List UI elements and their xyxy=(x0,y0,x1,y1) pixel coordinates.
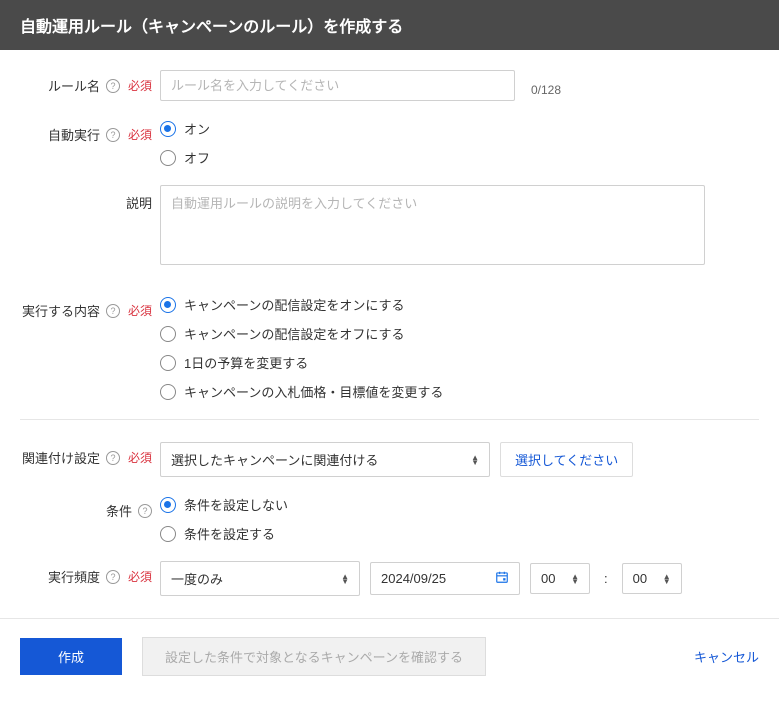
radio-auto-exec-off[interactable]: オフ xyxy=(160,148,759,167)
radio-label: キャンペーンの入札価格・目標値を変更する xyxy=(184,382,443,401)
label-text: 実行する内容 xyxy=(22,301,100,320)
radio-label: 条件を設定する xyxy=(184,524,275,543)
chevron-sort-icon: ▲▼ xyxy=(663,574,671,584)
help-icon[interactable]: ? xyxy=(138,504,152,518)
radio-input[interactable] xyxy=(160,121,176,137)
field-exec-content: キャンペーンの配信設定をオンにする キャンペーンの配信設定をオフにする 1日の予… xyxy=(160,295,759,401)
radio-label: オフ xyxy=(184,148,210,167)
frequency-mode-select[interactable]: 一度のみ ▲▼ xyxy=(160,561,360,596)
select-value: 一度のみ xyxy=(171,569,223,588)
rule-name-counter: 0/128 xyxy=(531,75,561,97)
time-colon: : xyxy=(600,571,612,586)
field-rule-name: 0/128 xyxy=(160,70,759,101)
label-text: 実行頻度 xyxy=(48,567,100,586)
label-association: 関連付け設定 ? 必須 xyxy=(20,442,160,467)
label-text: 説明 xyxy=(126,193,152,212)
dialog-footer: 作成 設定した条件で対象となるキャンペーンを確認する キャンセル xyxy=(0,618,779,694)
radio-conditions-set[interactable]: 条件を設定する xyxy=(160,524,759,543)
help-icon[interactable]: ? xyxy=(106,79,120,93)
label-description: 説明 xyxy=(20,185,160,212)
radio-label: 1日の予算を変更する xyxy=(184,353,308,372)
cancel-button[interactable]: キャンセル xyxy=(694,647,759,666)
section-divider xyxy=(20,419,759,420)
rule-name-input[interactable] xyxy=(160,70,515,101)
radio-input[interactable] xyxy=(160,526,176,542)
dialog-title: 自動運用ルール（キャンペーンのルール）を作成する xyxy=(20,19,403,36)
row-exec-content: 実行する内容 ? 必須 キャンペーンの配信設定をオンにする キャンペーンの配信設… xyxy=(20,295,759,401)
preview-campaigns-button[interactable]: 設定した条件で対象となるキャンペーンを確認する xyxy=(142,637,486,676)
select-value: 00 xyxy=(633,571,647,586)
radio-exec-opt2[interactable]: キャンペーンの配信設定をオフにする xyxy=(160,324,759,343)
field-association: 選択したキャンペーンに関連付ける ▲▼ 選択してください xyxy=(160,442,759,477)
required-badge: 必須 xyxy=(128,449,152,466)
label-rule-name: ルール名 ? 必須 xyxy=(20,70,160,95)
radio-label: キャンペーンの配信設定をオフにする xyxy=(184,324,404,343)
label-text: 条件 xyxy=(106,501,132,520)
chevron-sort-icon: ▲▼ xyxy=(341,574,349,584)
required-badge: 必須 xyxy=(128,568,152,585)
radio-input[interactable] xyxy=(160,355,176,371)
help-icon[interactable]: ? xyxy=(106,304,120,318)
label-auto-exec: 自動実行 ? 必須 xyxy=(20,119,160,144)
radio-input[interactable] xyxy=(160,384,176,400)
radio-label: オン xyxy=(184,119,210,138)
label-text: ルール名 xyxy=(48,76,100,95)
row-frequency: 実行頻度 ? 必須 一度のみ ▲▼ 2024/09/25 00 ▲▼ xyxy=(20,561,759,596)
frequency-minute-select[interactable]: 00 ▲▼ xyxy=(622,563,682,594)
label-text: 関連付け設定 xyxy=(22,448,100,467)
field-auto-exec: オン オフ xyxy=(160,119,759,167)
radio-label: キャンペーンの配信設定をオンにする xyxy=(184,295,404,314)
chevron-sort-icon: ▲▼ xyxy=(471,455,479,465)
radio-label: 条件を設定しない xyxy=(184,495,288,514)
chevron-sort-icon: ▲▼ xyxy=(571,574,579,584)
radio-input[interactable] xyxy=(160,497,176,513)
row-conditions: 条件 ? 条件を設定しない 条件を設定する xyxy=(20,495,759,543)
label-frequency: 実行頻度 ? 必須 xyxy=(20,561,160,586)
association-pick-button[interactable]: 選択してください xyxy=(500,442,633,477)
label-text: 自動実行 xyxy=(48,125,100,144)
radio-exec-opt4[interactable]: キャンペーンの入札価格・目標値を変更する xyxy=(160,382,759,401)
radio-exec-opt1[interactable]: キャンペーンの配信設定をオンにする xyxy=(160,295,759,314)
calendar-icon xyxy=(495,570,509,587)
association-select[interactable]: 選択したキャンペーンに関連付ける ▲▼ xyxy=(160,442,490,477)
radio-input[interactable] xyxy=(160,150,176,166)
radio-input[interactable] xyxy=(160,326,176,342)
field-frequency: 一度のみ ▲▼ 2024/09/25 00 ▲▼ : 00 ▲▼ xyxy=(160,561,759,596)
row-rule-name: ルール名 ? 必須 0/128 xyxy=(20,70,759,101)
required-badge: 必須 xyxy=(128,302,152,319)
select-value: 選択したキャンペーンに関連付ける xyxy=(171,450,378,469)
frequency-date-picker[interactable]: 2024/09/25 xyxy=(370,562,520,595)
help-icon[interactable]: ? xyxy=(106,128,120,142)
frequency-hour-select[interactable]: 00 ▲▼ xyxy=(530,563,590,594)
row-description: 説明 xyxy=(20,185,759,265)
row-auto-exec: 自動実行 ? 必須 オン オフ xyxy=(20,119,759,167)
date-value: 2024/09/25 xyxy=(381,571,446,586)
description-textarea[interactable] xyxy=(160,185,705,265)
create-button[interactable]: 作成 xyxy=(20,638,122,675)
radio-exec-opt3[interactable]: 1日の予算を変更する xyxy=(160,353,759,372)
radio-auto-exec-on[interactable]: オン xyxy=(160,119,759,138)
required-badge: 必須 xyxy=(128,126,152,143)
required-badge: 必須 xyxy=(128,77,152,94)
select-value: 00 xyxy=(541,571,555,586)
radio-input[interactable] xyxy=(160,297,176,313)
help-icon[interactable]: ? xyxy=(106,451,120,465)
field-description xyxy=(160,185,759,265)
row-association: 関連付け設定 ? 必須 選択したキャンペーンに関連付ける ▲▼ 選択してください xyxy=(20,442,759,477)
radio-conditions-none[interactable]: 条件を設定しない xyxy=(160,495,759,514)
dialog-header: 自動運用ルール（キャンペーンのルール）を作成する xyxy=(0,0,779,50)
label-exec-content: 実行する内容 ? 必須 xyxy=(20,295,160,320)
label-conditions: 条件 ? xyxy=(20,495,160,520)
help-icon[interactable]: ? xyxy=(106,570,120,584)
field-conditions: 条件を設定しない 条件を設定する xyxy=(160,495,759,543)
form-body: ルール名 ? 必須 0/128 自動実行 ? 必須 オン オフ xyxy=(0,50,779,618)
